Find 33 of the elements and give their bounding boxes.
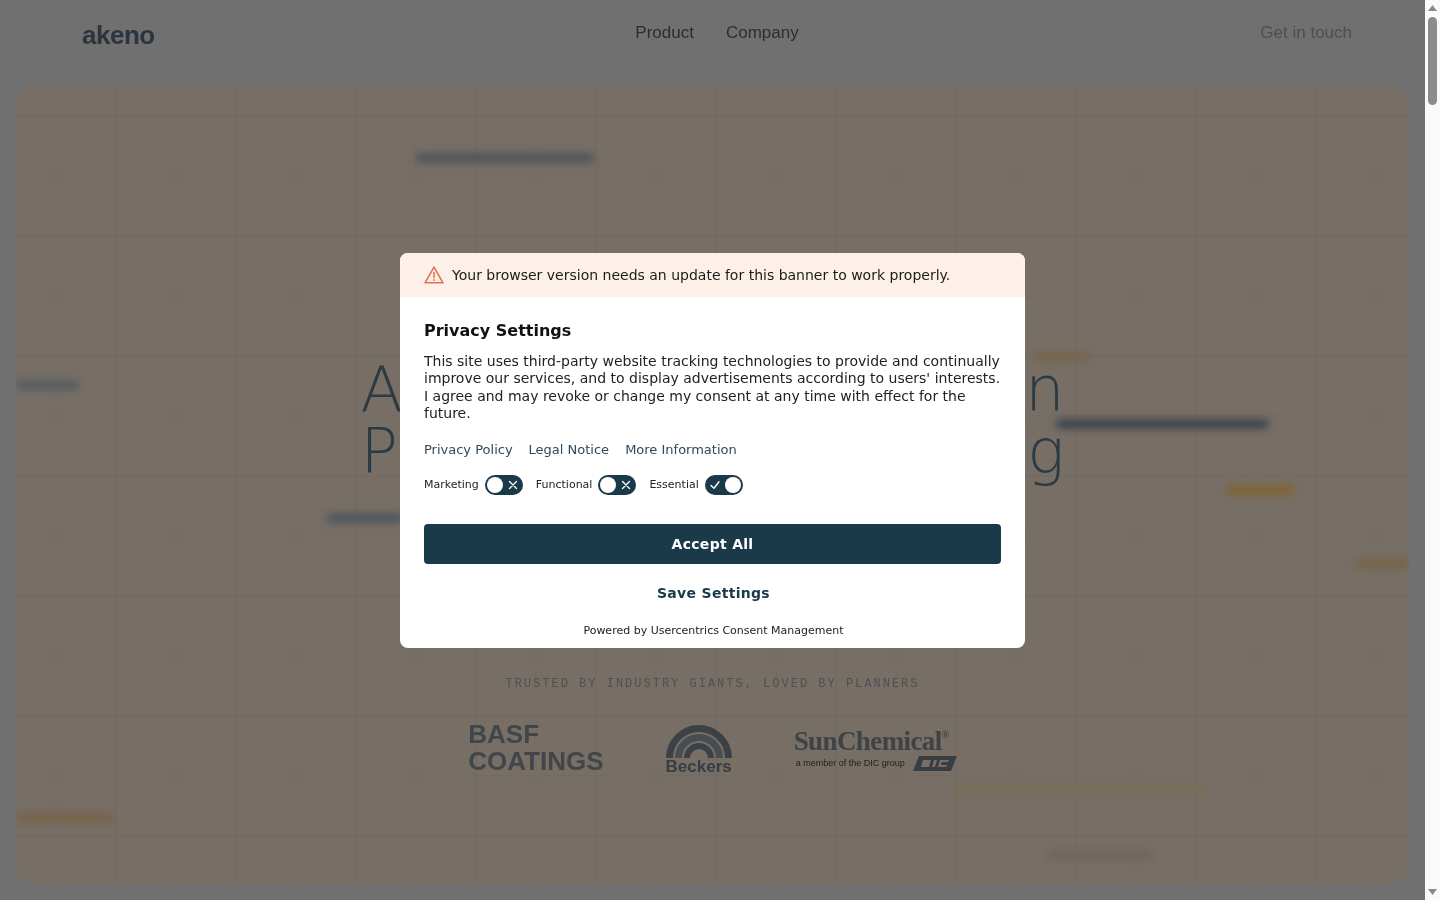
toggle-switch[interactable]: [598, 474, 637, 495]
toggle-label: Functional: [535, 477, 593, 492]
toggle-label: Marketing: [424, 477, 479, 492]
cross-icon: [621, 479, 632, 490]
dialog-description: This site uses third-party website tracking technologies to provide and continually improve our services, and to display advertisements according to users' interests. I agree and may revoke or change my consent at any time with effect for the future.: [424, 352, 1002, 423]
company-wordmark: Beckers: [665, 758, 732, 776]
up-arrow-icon[interactable]: [1428, 5, 1437, 11]
cross-icon: [507, 479, 518, 490]
save-settings-button[interactable]: Save Settings: [653, 581, 774, 604]
policy-link[interactable]: More Information: [625, 440, 737, 459]
heading-fragment: n: [1025, 359, 1065, 421]
heading-fragment: P: [360, 421, 398, 483]
blurred-streak: [1225, 485, 1295, 495]
toggle-label: Essential: [649, 477, 699, 492]
check-icon: [709, 479, 720, 490]
slanted-logo-icon: [912, 755, 957, 771]
warning-icon: [424, 265, 444, 284]
arch-logo-icon: [665, 724, 732, 758]
blurred-streak: [1355, 558, 1409, 568]
toggle-switch[interactable]: [704, 474, 743, 495]
company-wordmark: SunChemical$^{®}$: [793, 725, 950, 756]
toggle-switch[interactable]: [484, 474, 523, 495]
powered-by-text: Powered by Usercentrics Consent Management: [582, 623, 845, 638]
down-arrow-icon[interactable]: [1428, 889, 1437, 895]
warning-text: Your browser version needs an update for this banner to work properly.: [452, 265, 951, 284]
company-tagline: a member of the DIC group: [794, 757, 905, 769]
accept-all-button[interactable]: Accept All: [424, 523, 1001, 564]
heading-fragment: A: [360, 359, 403, 421]
scrollbar[interactable]: [1425, 0, 1440, 900]
policy-link[interactable]: Legal Notice: [528, 440, 610, 459]
scrollbar-thumb[interactable]: [1428, 17, 1437, 105]
dialog-title: Privacy Settings: [424, 320, 573, 341]
policy-link[interactable]: Privacy Policy: [424, 440, 513, 459]
